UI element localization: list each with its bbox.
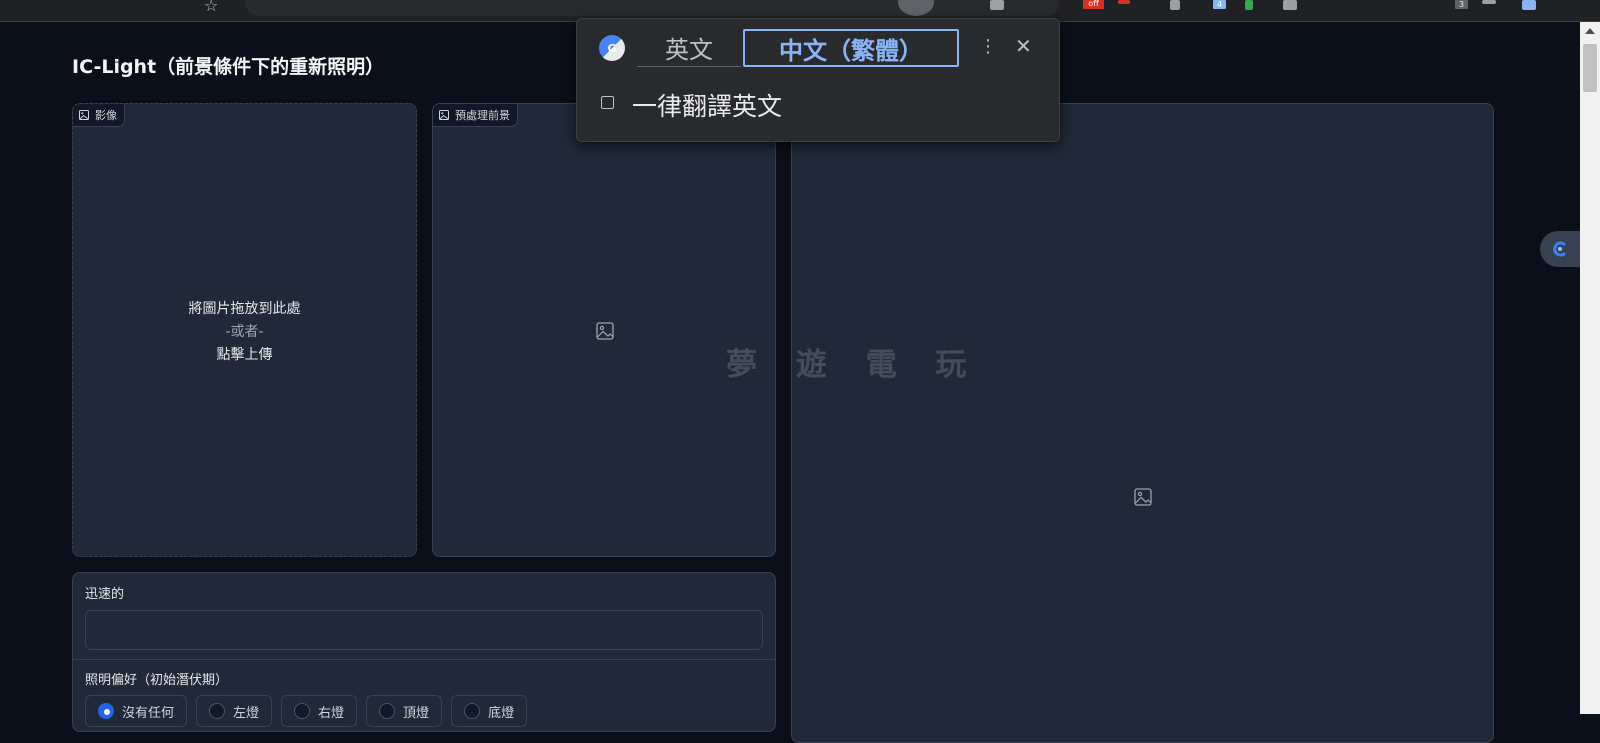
profile-icon[interactable] xyxy=(1522,0,1536,10)
image-tab-label: 影像 xyxy=(95,109,117,122)
divider xyxy=(73,659,775,660)
preprocessed-tab-label: 預處理前景 xyxy=(455,109,510,122)
more-vert-icon[interactable]: ⋮ xyxy=(979,36,997,57)
lighting-option-bottom[interactable]: 底燈 xyxy=(451,695,528,727)
page-title: IC-Light（前景條件下的重新照明） xyxy=(72,56,385,78)
radio-button[interactable] xyxy=(379,703,396,719)
lighting-option-right[interactable]: 右燈 xyxy=(281,695,358,727)
lighting-option-label: 右燈 xyxy=(318,705,345,721)
target-language-tab[interactable]: 中文（繁體） xyxy=(743,29,959,67)
prompt-input[interactable] xyxy=(85,610,763,650)
address-bar[interactable] xyxy=(245,0,1060,16)
prompt-label: 迅速的 xyxy=(85,587,125,602)
page-scrollbar[interactable] xyxy=(1580,22,1600,714)
scrollbar-thumb[interactable] xyxy=(1583,44,1597,92)
preprocessed-foreground-panel: 預處理前景 xyxy=(432,103,776,557)
image-placeholder-icon xyxy=(596,322,614,340)
image-icon xyxy=(439,110,449,120)
drop-text: 將圖片拖放到此處 xyxy=(188,301,301,317)
source-language-tab[interactable]: 英文 xyxy=(637,29,741,67)
result-gallery-panel xyxy=(791,103,1494,743)
google-translate-icon: G xyxy=(599,35,625,61)
preprocessed-tab: 預處理前景 xyxy=(433,104,518,127)
radio-button[interactable] xyxy=(464,703,481,719)
extension-off-badge[interactable]: off xyxy=(1083,0,1104,9)
radio-button[interactable] xyxy=(209,703,226,719)
drop-instructions: 將圖片拖放到此處 -或者- 點擊上傳 xyxy=(73,298,416,367)
lighting-option-label: 沒有任何 xyxy=(122,705,175,721)
lighting-option-label: 頂燈 xyxy=(403,705,430,721)
or-text: -或者- xyxy=(225,324,264,340)
minimize-icon[interactable] xyxy=(1482,0,1496,4)
search-widget-icon xyxy=(1553,241,1566,257)
extension-icon[interactable] xyxy=(1245,0,1253,10)
image-placeholder-icon xyxy=(1134,488,1152,506)
lighting-option-top[interactable]: 頂燈 xyxy=(366,695,443,727)
lighting-option-label: 左燈 xyxy=(233,705,260,721)
extension-count-badge[interactable]: 4 xyxy=(1213,0,1226,9)
radio-button[interactable] xyxy=(98,703,114,719)
translate-popup: G 英文 中文（繁體） ⋮ ✕ 一律翻譯英文 xyxy=(576,18,1060,142)
always-translate-checkbox[interactable] xyxy=(601,96,614,109)
image-upload-dropzone[interactable]: 影像 將圖片拖放到此處 -或者- 點擊上傳 xyxy=(72,103,417,557)
extension-icon[interactable] xyxy=(1118,0,1130,4)
click-upload-text: 點擊上傳 xyxy=(216,347,273,363)
extension-icon[interactable] xyxy=(1170,0,1180,10)
lighting-option-label: 底燈 xyxy=(488,705,515,721)
lighting-radio-group: 沒有任何 左燈 右燈 頂燈 底燈 xyxy=(85,695,528,727)
tab-count-badge[interactable]: 3 xyxy=(1455,0,1468,9)
extension-icon[interactable] xyxy=(1283,0,1297,10)
lighting-option-none[interactable]: 沒有任何 xyxy=(85,695,188,727)
side-widget-button[interactable] xyxy=(1540,231,1580,267)
radio-button[interactable] xyxy=(294,703,311,719)
bookmark-star-icon[interactable]: ☆ xyxy=(204,0,218,15)
extension-icon[interactable] xyxy=(990,0,1004,10)
always-translate-label: 一律翻譯英文 xyxy=(632,92,783,121)
lighting-label: 照明偏好（初始潛伏期） xyxy=(85,673,229,688)
image-icon xyxy=(79,110,89,120)
image-tab: 影像 xyxy=(73,104,125,127)
lighting-option-left[interactable]: 左燈 xyxy=(196,695,273,727)
scroll-up-arrow-icon[interactable] xyxy=(1585,28,1595,34)
controls-form: 迅速的 照明偏好（初始潛伏期） 沒有任何 左燈 右燈 頂燈 底燈 xyxy=(72,572,776,732)
close-icon[interactable]: ✕ xyxy=(1015,34,1032,58)
watermark: 夢 遊 電 玩 xyxy=(726,347,981,383)
